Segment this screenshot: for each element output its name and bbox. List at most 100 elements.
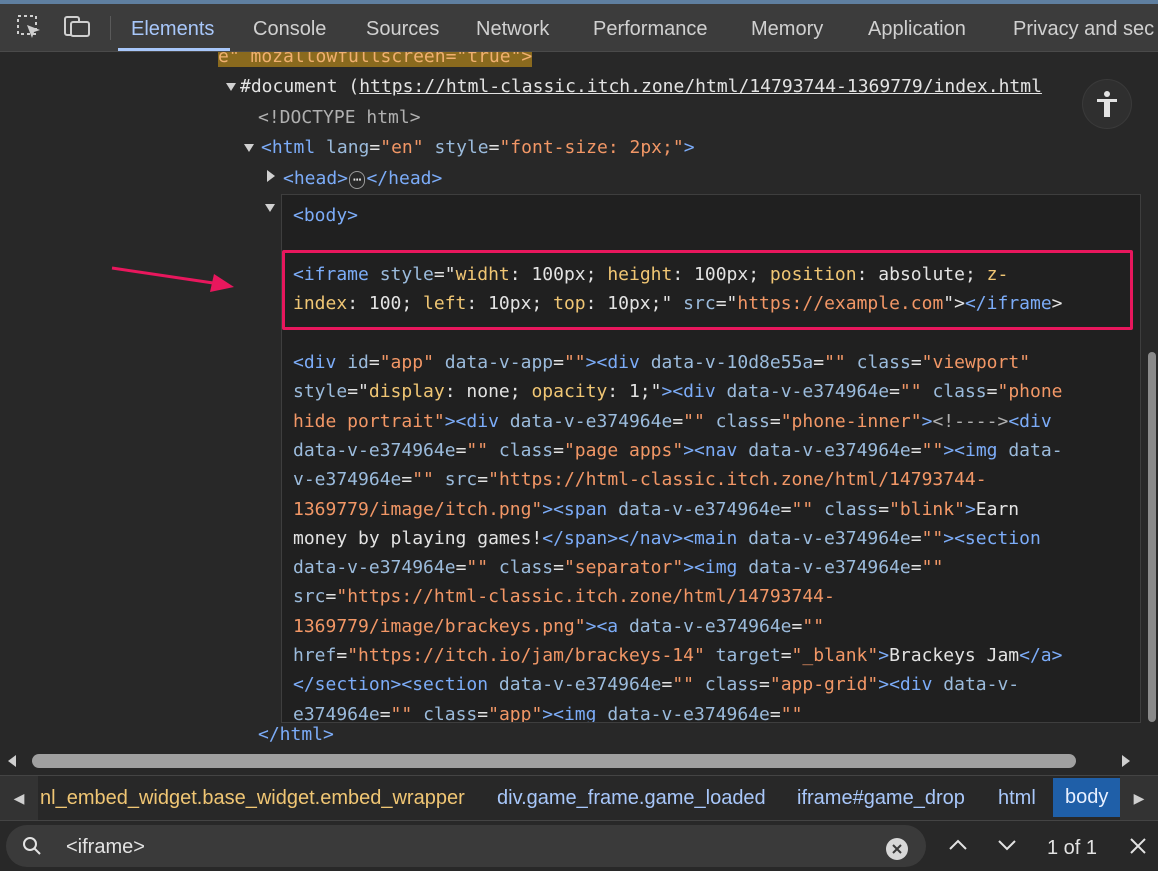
code-token: z- [986, 264, 1009, 285]
code-token: style [293, 381, 348, 403]
code-token: class [813, 498, 879, 520]
code-token: = [553, 439, 564, 461]
code-token: display [368, 381, 445, 403]
code-token: = [477, 469, 489, 491]
code-token: data-v-e374964e [628, 615, 792, 637]
inspect-element-icon[interactable] [14, 12, 44, 42]
code-token: "" [780, 703, 803, 723]
code-token: class [412, 703, 478, 723]
code-token: = [769, 410, 781, 432]
code-token: : 10px; [466, 293, 554, 314]
breadcrumb-iframe[interactable]: iframe#game_drop [797, 787, 965, 810]
accessibility-tree-button[interactable] [1083, 80, 1131, 128]
code-token: = [325, 586, 337, 608]
code-token: ><div [444, 410, 510, 432]
code-token: opacity [531, 381, 608, 403]
code-token: "" [921, 557, 944, 579]
code-token: = [368, 352, 380, 373]
tab-performance[interactable]: Performance [593, 18, 708, 41]
code-token: : 10px; [585, 293, 662, 314]
code-token: "app" [379, 352, 434, 373]
code-line: <div id="app" data-v-app=""><div data-v-… [293, 352, 1030, 374]
code-token: "" [921, 527, 944, 549]
document-url-link[interactable]: https://html-classic.itch.zone/html/1479… [359, 76, 1042, 97]
dom-line-document[interactable]: #document (https://html-classic.itch.zon… [240, 76, 1042, 98]
code-token: =" [715, 293, 738, 314]
expand-arrow-icon[interactable] [244, 144, 254, 152]
code-line: 1369779/image/brackeys.png"><a data-v-e3… [293, 616, 824, 638]
attr-text: e" mozallowfullscreen="true"> [218, 52, 533, 67]
horizontal-scrollbar-thumb[interactable] [32, 754, 1076, 768]
code-token: " [661, 293, 684, 314]
code-token: "https://html-classic.itch.zone/html/147… [488, 469, 987, 491]
search-icon [23, 837, 41, 855]
edit-as-html-popup[interactable]: <body> <iframe style="widht: 100px; heig… [281, 194, 1141, 723]
expand-arrow-icon[interactable] [226, 83, 236, 91]
code-line: style="display: none; opacity: 1;"><div … [293, 381, 1063, 403]
code-token: data-v-10d8e55a [650, 352, 814, 373]
code-token: data- [1008, 439, 1063, 461]
dom-line-head[interactable]: <head> ⋯ </head> [283, 168, 442, 190]
code-token: src [293, 586, 326, 608]
scroll-left-icon[interactable] [8, 755, 18, 767]
tab-application[interactable]: Application [868, 18, 966, 41]
dom-line-iframe-attrs[interactable]: e" mozallowfullscreen="true"> [218, 52, 533, 68]
close-icon[interactable] [1129, 837, 1147, 855]
active-tab-indicator [118, 48, 230, 51]
iframe-code-line-1: <iframe style="widht: 100px; height: 100… [293, 264, 1008, 286]
code-token: class [488, 557, 554, 579]
code-token: = [769, 703, 781, 723]
code-token: data-v-e374964e [726, 381, 890, 403]
ellipsis-button[interactable]: ⋯ [349, 171, 366, 189]
tab-sources[interactable]: Sources [366, 18, 439, 41]
dom-line-doctype[interactable]: <!DOCTYPE html> [258, 107, 421, 129]
clear-search-button[interactable] [886, 838, 908, 860]
code-token: data-v-e374964e [607, 703, 770, 723]
tab-console[interactable]: Console [253, 18, 326, 41]
scroll-right-icon[interactable] [1122, 755, 1132, 767]
breadcrumb-body[interactable]: body [1053, 778, 1121, 817]
tab-elements[interactable]: Elements [131, 18, 214, 41]
code-line: e374964e="" class="app"><img data-v-e374… [293, 703, 803, 723]
chevron-up-icon[interactable] [948, 839, 968, 851]
code-token: : absolute; [856, 264, 987, 285]
code-line: src="https://html-classic.itch.zone/html… [293, 586, 835, 608]
code-token: = [910, 439, 922, 461]
code-token: ><a [585, 615, 629, 637]
breadcrumb-right-icon[interactable]: ▶ [1120, 776, 1158, 820]
code-token: data-v-e374964e [293, 439, 456, 461]
code-token: = [910, 352, 922, 373]
breadcrumb-html[interactable]: html [998, 787, 1036, 810]
breadcrumb-embed-wrapper[interactable]: nl_embed_widget.base_widget.embed_wrappe… [40, 787, 465, 810]
code-token: =" [347, 381, 369, 403]
code-token: hide portrait" [293, 410, 445, 432]
code-token: ><img [542, 703, 608, 723]
html-close-tag: </html> [258, 724, 334, 745]
code-token: data-v-e374964e [618, 498, 781, 520]
collapse-arrow-icon[interactable] [267, 170, 275, 182]
attr-value: "font-size: 2px;" [499, 137, 684, 158]
dom-line-html[interactable]: <html lang="en" style="font-size: 2px;"> [261, 137, 695, 159]
code-token: money by playing games! [293, 527, 543, 549]
vertical-scrollbar-thumb[interactable] [1148, 352, 1156, 722]
code-token: <!----> [932, 410, 1009, 432]
code-token: > [921, 410, 933, 432]
device-toolbar-icon[interactable] [62, 12, 92, 42]
code-token: <iframe [293, 264, 380, 285]
search-input[interactable] [64, 835, 868, 860]
code-token: top [553, 293, 586, 314]
tag-bracket: > [683, 137, 695, 158]
expand-arrow-icon[interactable] [265, 204, 275, 212]
breadcrumb-left-icon[interactable]: ◀ [0, 776, 38, 820]
code-token: widht [455, 264, 510, 285]
breadcrumb-game-frame[interactable]: div.game_frame.game_loaded [497, 787, 766, 810]
tab-privacy-and-security[interactable]: Privacy and sec [1013, 18, 1154, 41]
chevron-down-icon[interactable] [997, 839, 1017, 851]
tab-memory[interactable]: Memory [751, 18, 823, 41]
dom-line-html-close[interactable]: </html> [258, 724, 334, 746]
code-token: = [889, 381, 900, 403]
code-token: ><nav [683, 439, 749, 461]
tab-network[interactable]: Network [476, 18, 549, 41]
code-token: "viewport" [921, 352, 1031, 373]
code-token: "page apps" [563, 439, 684, 461]
